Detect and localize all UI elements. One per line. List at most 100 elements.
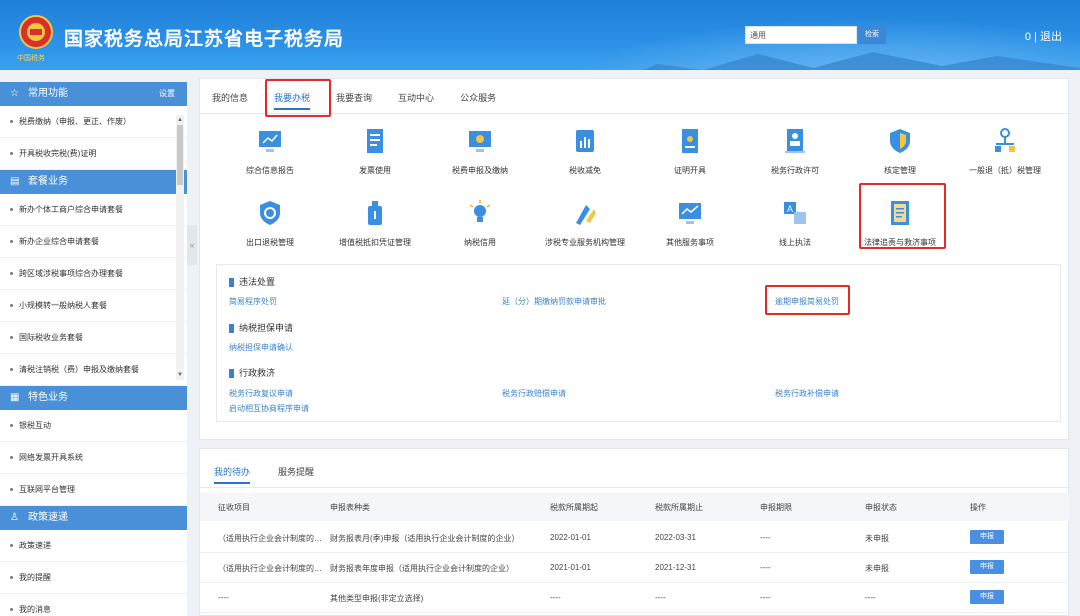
service-tax-declaration[interactable]: 税费申报及缴纳 [420, 127, 540, 176]
table-header: 征收项目 申报表种类 税款所属期起 税款所属期止 申报期限 申报状态 操作 [200, 493, 1070, 521]
sidebar-section-special[interactable]: ▦ 特色业务 [0, 386, 187, 410]
person-icon: ♙ [10, 512, 19, 523]
sidebar-item[interactable]: 清税注销税（费）申报及缴纳套餐 [0, 354, 187, 386]
service-admin-license[interactable]: 税务行政许可 [735, 127, 855, 176]
sidebar-item[interactable]: 新办个体工商户综合申请套餐 [0, 194, 187, 226]
monitor-chart-icon [679, 203, 701, 224]
table-row: （适用执行企业会计制度的… 财务报表月(季)申报（适用执行企业会计制度的企业） … [200, 523, 1070, 553]
monitor-sun-icon [469, 131, 491, 152]
sidebar-item[interactable]: 税费缴纳（申报、更正、作废） [0, 106, 187, 138]
sidebar-item[interactable]: 互联网平台管理 [0, 474, 187, 506]
scroll-down-icon[interactable]: ▼ [177, 372, 183, 378]
declare-button[interactable]: 申报 [970, 590, 1004, 604]
chart-monitor-icon [259, 131, 281, 152]
todo-tabs: 我的待办 服务提醒 [214, 465, 342, 484]
tab-query[interactable]: 我要查询 [336, 91, 372, 110]
sidebar-item[interactable]: 我的消息 [0, 594, 187, 616]
link-compensation[interactable]: 税务行政赔偿申请 [502, 388, 566, 399]
sidebar-item[interactable]: 网络发票开具系统 [0, 442, 187, 474]
link-indemnity[interactable]: 税务行政补偿申请 [775, 388, 839, 399]
sidebar-item[interactable]: 小规模转一般纳税人套餐 [0, 290, 187, 322]
scroll-up-icon[interactable]: ▲ [177, 117, 183, 123]
todo-panel: 我的待办 服务提醒 征收项目 申报表种类 税款所属期起 税款所属期止 申报期限 … [199, 448, 1070, 616]
service-export-refund[interactable]: 出口退税管理 [210, 199, 330, 248]
sidebar-section-common[interactable]: ☆ 常用功能 设置 [0, 82, 187, 106]
tax-emblem-icon [19, 15, 53, 49]
sidebar-item[interactable]: 我的提醒 [0, 562, 187, 594]
todo-tab-divider [200, 487, 1070, 488]
group-violation-heading: 违法处置 [229, 275, 275, 288]
list-icon [229, 369, 234, 379]
lightbulb-icon [469, 200, 491, 222]
service-agency-management[interactable]: 涉税专业服务机构管理 [525, 199, 645, 248]
translate-icon: A [784, 202, 806, 224]
main-tabs: 我的信息 我要办税 我要查询 互动中心 公众服务 [212, 91, 522, 110]
table-row: ---- 其他类型申报(非定立选择) ---- ---- ---- ---- 申… [200, 583, 1070, 613]
link-guarantee-confirm[interactable]: 纳税担保申请确认 [229, 342, 293, 353]
service-vat-deduction[interactable]: 增值税抵扣凭证管理 [315, 199, 435, 248]
tab-service-reminder[interactable]: 服务提醒 [278, 465, 314, 484]
star-icon: ☆ [10, 88, 19, 99]
license-person-icon [785, 129, 805, 153]
tab-interaction[interactable]: 互动中心 [398, 91, 434, 110]
grid-icon: ▦ [10, 392, 20, 403]
list-icon [229, 278, 234, 288]
sidebar-item[interactable]: 政策速递 [0, 530, 187, 562]
group-remedy-heading: 行政救济 [229, 366, 275, 379]
invoice-icon [367, 129, 383, 153]
link-deferred-fine[interactable]: 延（分）期缴纳罚款申请审批 [502, 296, 606, 307]
sidebar-item[interactable]: 跨区域涉税事项综合办理套餐 [0, 258, 187, 290]
tab-public-service[interactable]: 公众服务 [460, 91, 496, 110]
sidebar-section-label: 政策速递 [28, 512, 68, 523]
sidebar-section-label: 特色业务 [28, 392, 68, 403]
link-mutual-agreement[interactable]: 启动相互协商程序申请 [229, 403, 309, 414]
bar-doc-icon [576, 130, 594, 152]
sidebar-item[interactable]: 开具税收完税(费)证明 [0, 138, 187, 170]
site-header: 中国税务 国家税务总局江苏省电子税务局 通用 检索 0 | 退出 [0, 0, 1080, 70]
sidebar-scroll-thumb[interactable] [177, 125, 183, 185]
table-row: （适用执行企业会计制度的… 财务报表年度申报（适用执行企业会计制度的企业） 20… [200, 553, 1070, 583]
sidebar-item[interactable]: 银税互动 [0, 410, 187, 442]
collapse-sidebar-button[interactable]: « [187, 225, 197, 265]
search-input[interactable]: 通用 [745, 26, 857, 44]
sidebar-item[interactable]: 新办企业综合申请套餐 [0, 226, 187, 258]
bottle-icon [368, 201, 382, 225]
tools-icon [576, 205, 596, 225]
sidebar-section-package[interactable]: ▤ 套餐业务 [0, 170, 187, 194]
service-other-matters[interactable]: 其他服务事项 [630, 199, 750, 248]
highlight-legal-remedy [859, 183, 946, 249]
site-title: 国家税务总局江苏省电子税务局 [64, 29, 345, 50]
sidebar: ☆ 常用功能 设置 税费缴纳（申报、更正、作废） 开具税收完税(费)证明 ▤ 套… [0, 82, 187, 616]
logo-subtitle: 中国税务 [17, 55, 45, 62]
service-refund[interactable]: 一般退（抵）税管理 [945, 127, 1065, 176]
declare-button[interactable]: 申报 [970, 560, 1004, 574]
service-invoice-use[interactable]: 发票使用 [315, 127, 435, 176]
sub-menu-panel: 违法处置 简易程序处罚 延（分）期缴纳罚款申请审批 逾期申报简易处罚 纳税担保申… [216, 264, 1061, 422]
tab-my-info[interactable]: 我的信息 [212, 91, 248, 110]
sidebar-section-policy[interactable]: ♙ 政策速递 [0, 506, 187, 530]
sidebar-section-label: 套餐业务 [28, 176, 68, 187]
tab-my-todo[interactable]: 我的待办 [214, 465, 251, 484]
settings-link[interactable]: 设置 [159, 82, 175, 106]
service-certificate[interactable]: 证明开具 [630, 127, 750, 176]
svg-text:A: A [787, 204, 793, 214]
link-simple-penalty[interactable]: 简易程序处罚 [229, 296, 277, 307]
declare-button[interactable]: 申报 [970, 530, 1004, 544]
org-chart-icon [995, 128, 1015, 152]
highlight-late-filing [765, 285, 850, 315]
service-tax-credit[interactable]: 纳税信用 [420, 199, 540, 248]
search-button[interactable]: 检索 [858, 26, 886, 44]
package-icon: ▤ [10, 176, 20, 187]
logout-link[interactable]: 0 | 退出 [1025, 28, 1062, 44]
sidebar-section-label: 常用功能 [28, 88, 68, 99]
service-assessment[interactable]: 核定管理 [840, 127, 960, 176]
service-tax-relief[interactable]: 税收减免 [525, 127, 645, 176]
highlight-tab [265, 79, 331, 117]
service-comprehensive-report[interactable]: 综合信息报告 [210, 127, 330, 176]
service-online-enforcement[interactable]: A 线上执法 [735, 199, 855, 248]
shield-icon [890, 129, 910, 153]
sidebar-item[interactable]: 国际税收业务套餐 [0, 322, 187, 354]
link-reconsideration[interactable]: 税务行政复议申请 [229, 388, 293, 399]
list-icon [229, 324, 234, 334]
main-panel: 我的信息 我要办税 我要查询 互动中心 公众服务 综合信息报告 发票使用 税费申… [199, 78, 1070, 440]
